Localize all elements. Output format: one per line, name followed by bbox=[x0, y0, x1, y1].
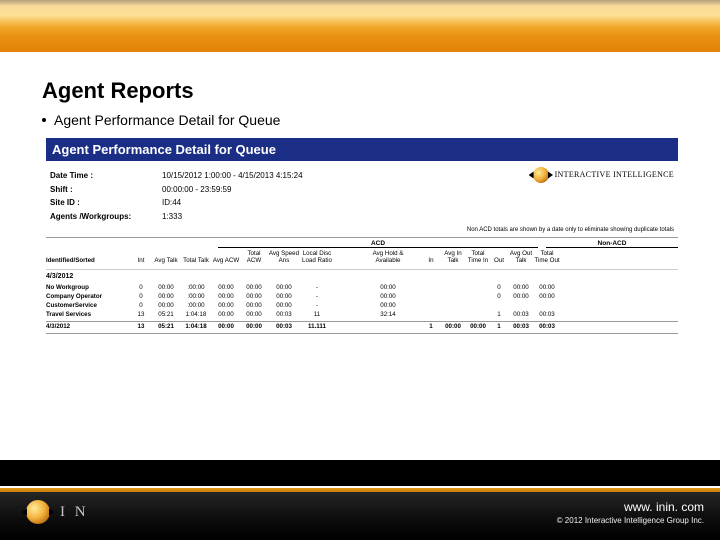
meta-shift-value: 00:00:00 - 23:59:59 bbox=[162, 183, 231, 197]
brand-text: INTERACTIVE INTELLIGENCE bbox=[555, 168, 674, 182]
table-row: CustomerService000:00:00:0000:0000:0000:… bbox=[46, 301, 678, 310]
section-acd: ACD bbox=[218, 240, 538, 248]
report-meta: INTERACTIVE INTELLIGENCE Date Time :10/1… bbox=[46, 161, 678, 225]
bullet-dot-icon bbox=[42, 118, 46, 122]
table-rows: No Workgroup000:00:00:0000:0000:0000:00-… bbox=[46, 283, 678, 319]
section-nonacd: Non-ACD bbox=[546, 240, 678, 248]
footer-bar: I N www. inin. com © 2012 Interactive In… bbox=[0, 486, 720, 540]
table-row: No Workgroup000:00:00:0000:0000:0000:00-… bbox=[46, 283, 678, 292]
bullet-item: Agent Performance Detail for Queue bbox=[42, 112, 692, 128]
page-title: Agent Reports bbox=[42, 78, 692, 104]
meta-agents-label: Agents /Workgroups: bbox=[50, 210, 162, 224]
report-title: Agent Performance Detail for Queue bbox=[46, 138, 678, 161]
meta-site-value: ID:44 bbox=[162, 196, 181, 210]
meta-site-label: Site ID : bbox=[50, 196, 162, 210]
meta-datetime-value: 10/15/2012 1:00:00 - 4/15/2013 4:15:24 bbox=[162, 169, 303, 183]
report-table: ACD Non-ACD Identified/Sorted Int Avg Ta… bbox=[46, 237, 678, 334]
date-group: 4/3/2012 bbox=[46, 269, 678, 283]
column-headers: Identified/Sorted Int Avg Talk Total Tal… bbox=[46, 248, 678, 269]
footer-copyright: © 2012 Interactive Intelligence Group In… bbox=[557, 516, 704, 525]
footer-brand-short: I N bbox=[60, 504, 89, 521]
report-footnote: Non ACD totals are shown by a date only … bbox=[46, 225, 678, 237]
table-row: Travel Services1305:211:04:1800:0000:000… bbox=[46, 310, 678, 319]
black-band bbox=[0, 460, 720, 486]
meta-shift-label: Shift : bbox=[50, 183, 162, 197]
table-row: 4/3/20121305:211:04:1800:0000:0000:0311.… bbox=[46, 321, 678, 331]
bullet-text: Agent Performance Detail for Queue bbox=[54, 112, 280, 128]
report-screenshot: Agent Performance Detail for Queue INTER… bbox=[46, 138, 678, 334]
header-decoration bbox=[0, 0, 720, 64]
meta-agents-value: 1:333 bbox=[162, 210, 182, 224]
table-row: Company Operator000:00:00:0000:0000:0000… bbox=[46, 292, 678, 301]
orb-icon bbox=[533, 167, 549, 183]
footer-url: www. inin. com bbox=[557, 500, 704, 514]
brand-logo: INTERACTIVE INTELLIGENCE bbox=[533, 167, 674, 183]
orb-icon bbox=[26, 500, 50, 524]
table-total: 4/3/20121305:211:04:1800:0000:0000:0311.… bbox=[46, 321, 678, 331]
meta-datetime-label: Date Time : bbox=[50, 169, 162, 183]
footer-logo: I N bbox=[26, 500, 89, 524]
